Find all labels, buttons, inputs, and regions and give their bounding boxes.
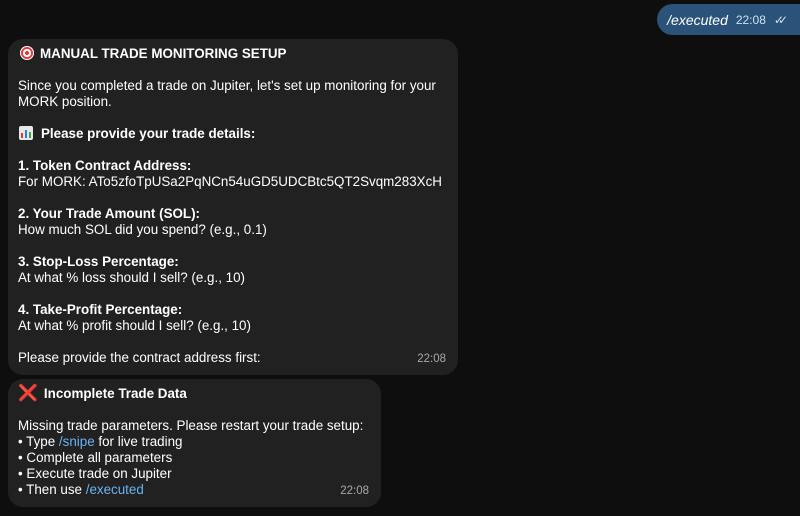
- outgoing-message-text: /executed: [667, 11, 728, 28]
- outgoing-message-time: 22:08: [735, 12, 766, 27]
- incoming-message-setup[interactable]: MANUAL TRADE MONITORING SETUP Since you …: [8, 39, 458, 375]
- executed-command-link[interactable]: /executed: [86, 482, 144, 497]
- item2-text: How much SOL did you spend? (e.g., 0.1): [18, 222, 267, 237]
- bullet-executed: • Then use /executed: [18, 482, 371, 498]
- item4-title: 4. Take-Profit Percentage:: [18, 302, 183, 317]
- cross-mark-icon: ❌: [18, 385, 38, 402]
- message-time: 22:08: [417, 353, 446, 365]
- bullet-execute: • Execute trade on Jupiter: [18, 466, 172, 481]
- item3-title: 3. Stop-Loss Percentage:: [18, 254, 179, 269]
- item1-text: For MORK: ATo5zfoTpUSa2PqNCn54uGD5UDCBtc…: [18, 174, 442, 189]
- intro-line-2: MORK position.: [18, 94, 112, 109]
- error-title-text: Incomplete Trade Data: [43, 386, 187, 401]
- double-check-icon: ✓✓: [773, 12, 788, 27]
- item4-text: At what % profit should I sell? (e.g., 1…: [18, 318, 251, 333]
- intro-line-1: Since you completed a trade on Jupiter, …: [18, 78, 436, 93]
- bullet-prefix: • Then use: [18, 482, 86, 497]
- item3-text: At what % loss should I sell? (e.g., 10): [18, 270, 246, 285]
- details-heading-text: Please provide your trade details:: [41, 126, 256, 141]
- message-title-text: MANUAL TRADE MONITORING SETUP: [40, 46, 287, 61]
- outgoing-message[interactable]: /executed 22:08 ✓✓: [657, 4, 800, 35]
- error-title: ❌ Incomplete Trade Data: [18, 386, 371, 402]
- target-icon: [20, 46, 34, 60]
- error-body: Missing trade parameters. Please restart…: [18, 418, 364, 433]
- details-heading: Please provide your trade details:: [18, 126, 448, 142]
- closing-line: Please provide the contract address firs…: [18, 350, 261, 365]
- item2-title: 2. Your Trade Amount (SOL):: [18, 206, 201, 221]
- chat-area: /executed 22:08 ✓✓ MANUAL TRADE MONITORI…: [0, 0, 800, 516]
- bar-chart-icon: [19, 126, 33, 140]
- message-title: MANUAL TRADE MONITORING SETUP: [18, 46, 448, 62]
- bullet-suffix: for live trading: [94, 434, 183, 449]
- snipe-command-link[interactable]: /snipe: [59, 434, 95, 449]
- bullet-snipe: • Type /snipe for live trading: [18, 434, 371, 450]
- bullet-prefix: • Type: [18, 434, 59, 449]
- incoming-message-error[interactable]: ❌ Incomplete Trade Data Missing trade par…: [8, 379, 381, 507]
- bullet-complete: • Complete all parameters: [18, 450, 173, 465]
- message-time: 22:08: [340, 485, 369, 497]
- item1-title: 1. Token Contract Address:: [18, 158, 192, 173]
